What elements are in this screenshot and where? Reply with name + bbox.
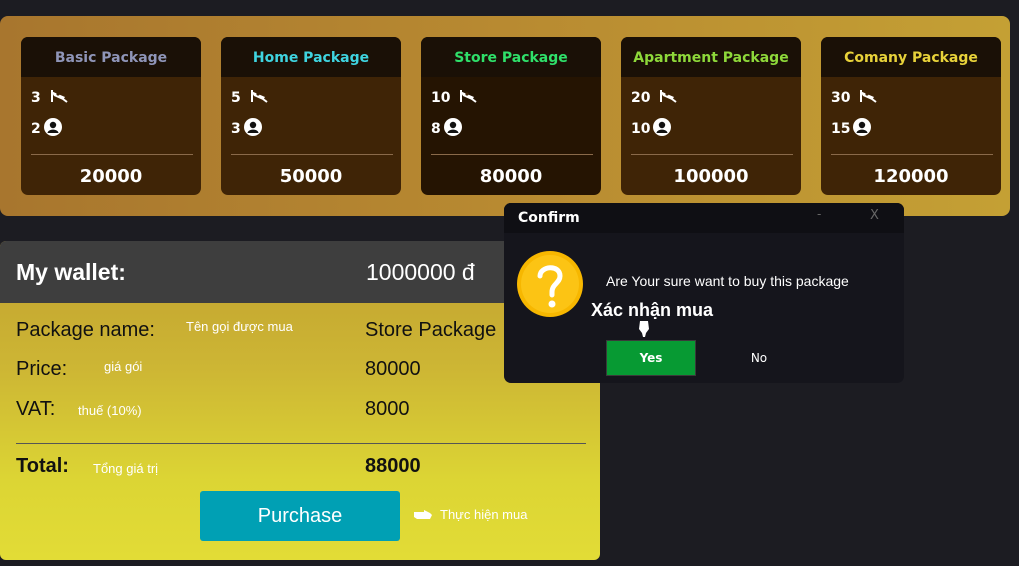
package-card[interactable]: Basic Package 3 2 20000 [21, 37, 201, 195]
camera-count-row: 30 [831, 88, 878, 108]
package-title: Store Package [421, 37, 601, 77]
package-title: Basic Package [21, 37, 201, 77]
camera-icon [249, 88, 269, 108]
total-label: Total: [16, 455, 69, 477]
card-divider [431, 154, 593, 155]
package-name-value: Store Package [365, 319, 497, 341]
wallet-divider [16, 443, 586, 444]
user-icon [443, 118, 462, 140]
yes-button[interactable]: Yes [606, 340, 696, 376]
camera-count-row: 20 [631, 88, 678, 108]
camera-count-row: 5 [231, 88, 269, 108]
hand-down-icon [639, 321, 649, 337]
package-price: 100000 [673, 166, 749, 187]
total-value: 88000 [365, 455, 421, 477]
package-title: Home Package [221, 37, 401, 77]
package-card[interactable]: Apartment Package 20 10 100000 [621, 37, 801, 195]
dialog-annotation: Xác nhận mua [591, 300, 714, 320]
user-icon [243, 118, 262, 140]
vat-value: 8000 [365, 398, 410, 420]
dialog-titlebar: Confirm - X [504, 203, 904, 233]
package-card[interactable]: Store Package 10 8 80000 [421, 37, 601, 195]
price-label: Price: [16, 358, 68, 380]
user-count-row: 3 [231, 118, 262, 140]
minimize-button[interactable]: - [817, 207, 821, 221]
camera-count: 3 [31, 90, 41, 106]
package-name-note: Tên gọi được mua [186, 319, 293, 334]
close-button[interactable]: X [870, 208, 879, 223]
price-value: 80000 [365, 358, 421, 380]
package-price: 120000 [873, 166, 949, 187]
purchase-button[interactable]: Purchase [200, 491, 400, 541]
card-divider [31, 154, 193, 155]
question-icon [517, 251, 583, 317]
camera-count-row: 10 [431, 88, 478, 108]
total-note: Tổng giá trị [93, 461, 159, 476]
package-price: 50000 [279, 166, 343, 187]
package-card[interactable]: Comany Package 30 15 120000 [821, 37, 1001, 195]
user-count-row: 8 [431, 118, 462, 140]
camera-count: 20 [631, 90, 651, 106]
dialog-message: Are Your sure want to buy this package [606, 273, 849, 289]
user-count: 10 [631, 121, 651, 137]
user-icon [853, 118, 872, 140]
package-price: 20000 [79, 166, 143, 187]
purchase-note: Thực hiện mua [440, 507, 528, 522]
camera-count: 30 [831, 90, 851, 106]
user-count: 3 [231, 121, 241, 137]
user-icon [653, 118, 672, 140]
card-divider [831, 154, 993, 155]
camera-count: 5 [231, 90, 241, 106]
confirm-dialog: Confirm - X Are Your sure want to buy th… [504, 203, 904, 383]
user-count-row: 10 [631, 118, 672, 140]
wallet-label: My wallet: [16, 259, 126, 285]
price-note: giá gói [104, 359, 143, 374]
card-divider [631, 154, 793, 155]
camera-icon [458, 88, 478, 108]
user-count: 2 [31, 121, 41, 137]
vat-label: VAT: [16, 398, 56, 420]
no-button[interactable]: No [714, 340, 804, 376]
vat-note: thuế (10%) [78, 403, 142, 418]
dialog-title: Confirm [518, 210, 580, 226]
package-name-label: Package name: [16, 319, 155, 341]
camera-count: 10 [431, 90, 451, 106]
camera-icon [858, 88, 878, 108]
camera-count-row: 3 [31, 88, 69, 108]
user-count: 15 [831, 121, 851, 137]
user-count-row: 15 [831, 118, 872, 140]
camera-icon [658, 88, 678, 108]
wallet-balance: 1000000 đ [366, 259, 475, 285]
user-icon [43, 118, 62, 140]
card-divider [231, 154, 393, 155]
package-price: 80000 [479, 166, 543, 187]
package-card[interactable]: Home Package 5 3 50000 [221, 37, 401, 195]
package-title: Comany Package [821, 37, 1001, 77]
pointing-hand-icon [414, 510, 432, 519]
camera-icon [49, 88, 69, 108]
user-count-row: 2 [31, 118, 62, 140]
user-count: 8 [431, 121, 441, 137]
package-title: Apartment Package [621, 37, 801, 77]
